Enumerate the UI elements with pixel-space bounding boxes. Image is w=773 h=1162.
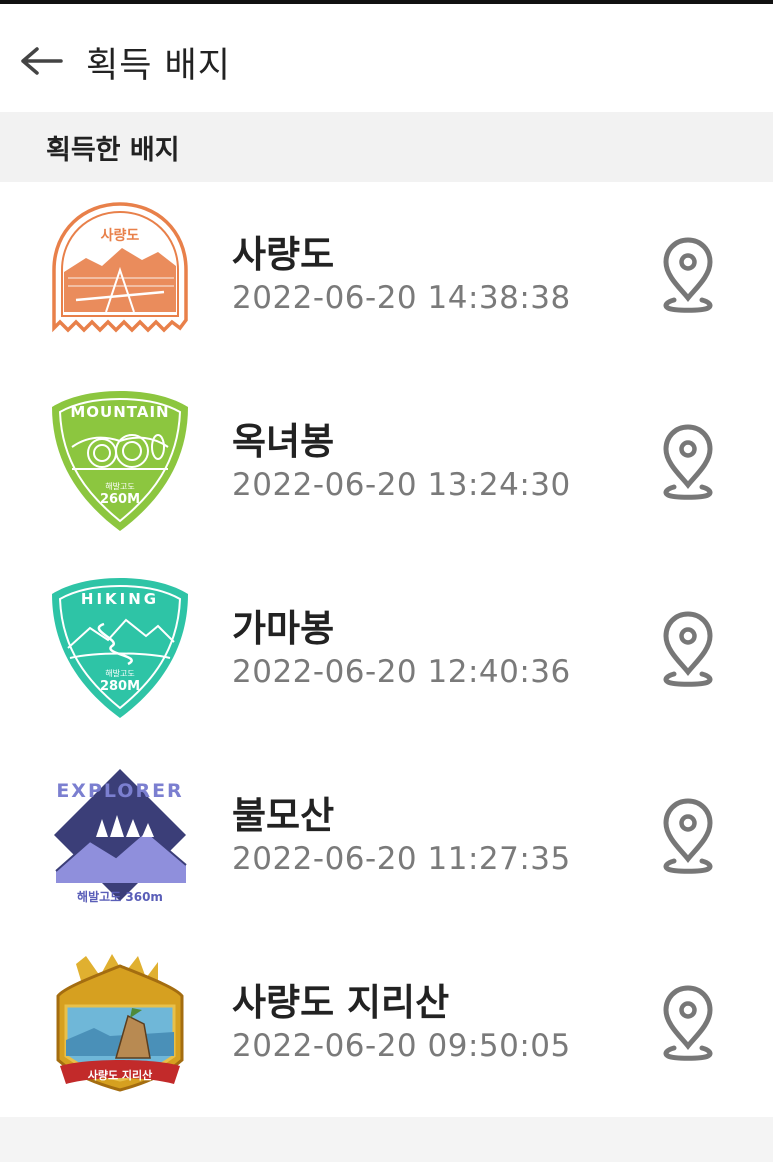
location-pin-icon[interactable] [660, 236, 716, 314]
list-item[interactable]: EXPLORER 해발고도 360m 불모산 2022-06-20 11:27:… [0, 743, 773, 930]
badge-label: EXPLORER [56, 780, 183, 802]
page-title: 획득 배지 [86, 46, 231, 86]
badge-sub2: 260M [100, 492, 140, 507]
badge-name: 가마봉 [232, 607, 335, 650]
list-item[interactable]: HIKING 해발고도 280M 가마봉 2022-06-20 12:40:36 [0, 556, 773, 743]
badge-name: 옥녀봉 [232, 420, 335, 463]
badge-name: 사량도 지리산 [232, 981, 450, 1024]
badge-name: 사량도 [232, 233, 335, 276]
app-bar: 획득 배지 [0, 4, 773, 112]
badge-name: 불모산 [232, 794, 335, 837]
badge-label: HIKING [81, 590, 159, 608]
badge-sub1: 해발고도 [105, 481, 134, 491]
badge-time: 2022-06-20 11:27:35 [232, 841, 571, 877]
arrow-left-icon [21, 47, 63, 75]
badge-time: 2022-06-20 12:40:36 [232, 654, 571, 690]
location-pin-icon[interactable] [660, 423, 716, 501]
badge-saryangdo-jirisan: 사량도 지리산 [56, 954, 184, 1092]
list-item[interactable]: MOUNTAIN 해발고도 260M 옥녀봉 2022-06-20 13:24:… [0, 369, 773, 556]
badge-explorer-bulmosan: EXPLORER 해발고도 360m [54, 769, 187, 904]
badge-list: 사량도 사량도 2022-06-20 14:38:38 MOUNTAIN 해발고… [0, 182, 773, 1117]
badge-mountain-okneobong: MOUNTAIN 해발고도 260M [52, 391, 188, 531]
location-pin-icon[interactable] [660, 797, 716, 875]
badge-sub2: 280M [100, 679, 140, 694]
badge-label: 사량도 [101, 228, 140, 244]
badge-sub1: 해발고도 360m [77, 889, 163, 904]
badge-hiking-gamabong: HIKING 해발고도 280M [52, 578, 188, 718]
badge-sub1: 해발고도 [105, 668, 134, 678]
badge-label: MOUNTAIN [70, 403, 169, 421]
badge-stamp-saryangdo: 사량도 [52, 202, 188, 333]
list-item[interactable]: 사량도 지리산 사량도 지리산 2022-06-20 09:50:05 [0, 930, 773, 1117]
location-pin-icon[interactable] [660, 984, 716, 1062]
list-item[interactable]: 사량도 사량도 2022-06-20 14:38:38 [0, 182, 773, 369]
back-button[interactable] [18, 38, 64, 84]
badge-time: 2022-06-20 09:50:05 [232, 1028, 571, 1064]
badge-label: 사량도 지리산 [88, 1068, 153, 1082]
location-pin-icon[interactable] [660, 610, 716, 688]
section-header: 획득한 배지 [0, 112, 773, 182]
section-title: 획득한 배지 [46, 134, 180, 166]
badge-time: 2022-06-20 14:38:38 [232, 280, 571, 316]
badge-time: 2022-06-20 13:24:30 [232, 467, 571, 503]
